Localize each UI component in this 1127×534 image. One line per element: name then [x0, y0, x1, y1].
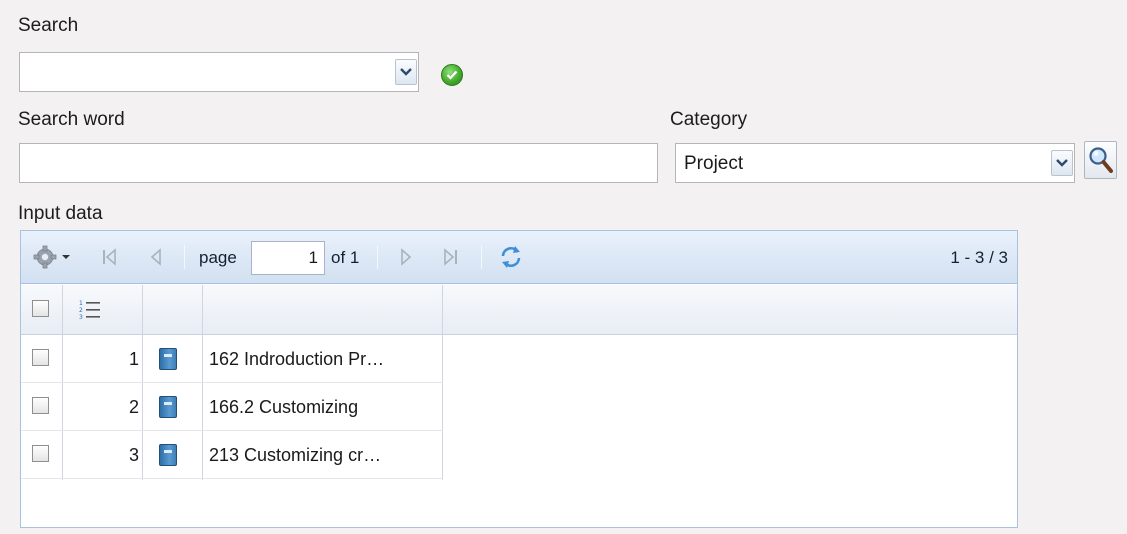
table-row[interactable]: 3 213 Customizing cr… — [21, 431, 443, 479]
search-select[interactable] — [19, 52, 419, 92]
check-circle-icon[interactable] — [441, 64, 463, 86]
svg-text:3: 3 — [79, 314, 83, 321]
search-label: Search — [18, 15, 79, 36]
row-number-column-header[interactable]: 1 2 3 — [77, 297, 103, 323]
toolbar-separator — [377, 245, 378, 269]
column-divider[interactable] — [142, 285, 143, 335]
first-page-icon — [103, 248, 116, 266]
book-icon — [159, 348, 177, 370]
category-dropdown-arrow[interactable] — [1051, 150, 1073, 176]
row-title: 166.2 Customizing — [209, 397, 359, 417]
last-page-button[interactable] — [441, 246, 461, 268]
chevron-down-icon — [400, 68, 412, 76]
prev-page-icon — [150, 248, 161, 266]
column-divider[interactable] — [202, 285, 203, 335]
row-number: 3 — [128, 445, 139, 465]
category-select-value: Project — [684, 153, 744, 174]
book-icon — [159, 396, 177, 418]
page-count-label: of 1 — [331, 248, 360, 267]
category-select[interactable]: Project — [675, 143, 1075, 183]
book-icon — [159, 444, 177, 466]
row-number: 2 — [128, 397, 139, 417]
column-divider[interactable] — [442, 285, 443, 335]
toolbar-separator — [184, 245, 185, 269]
grid-header-row: 1 2 3 — [21, 285, 1017, 335]
row-number: 1 — [128, 349, 139, 369]
last-page-icon — [444, 248, 457, 266]
search-word-label: Search word — [18, 109, 125, 130]
numbered-list-icon: 1 2 3 — [79, 300, 100, 321]
table-row[interactable]: 2 166.2 Customizing — [21, 383, 443, 431]
svg-text:2: 2 — [79, 307, 83, 314]
row-title: 213 Customizing cr… — [209, 445, 382, 465]
grid-pager-toolbar: page 1 of 1 1 - 3 / 3 — [21, 231, 1017, 284]
gear-icon — [33, 245, 70, 269]
first-page-button[interactable] — [99, 246, 119, 268]
input-data-label: Input data — [18, 203, 103, 224]
record-count-summary: 1 - 3 / 3 — [950, 248, 1008, 267]
column-divider[interactable] — [62, 285, 63, 335]
row-checkbox[interactable] — [32, 397, 49, 414]
search-word-input[interactable] — [19, 143, 658, 183]
next-page-icon — [401, 248, 412, 266]
select-all-checkbox[interactable] — [32, 300, 49, 317]
refresh-button[interactable] — [497, 243, 525, 271]
page-label: page — [199, 248, 237, 267]
next-page-button[interactable] — [397, 246, 417, 268]
row-checkbox[interactable] — [32, 445, 49, 462]
row-checkbox[interactable] — [32, 349, 49, 366]
settings-menu-button[interactable] — [31, 244, 71, 270]
magnifier-icon — [1088, 147, 1113, 173]
refresh-icon — [501, 246, 521, 268]
chevron-down-icon — [1056, 159, 1068, 167]
table-row[interactable]: 1 162 Indroduction Pr… — [21, 335, 443, 383]
page-number-input[interactable]: 1 — [251, 241, 325, 275]
svg-text:1: 1 — [79, 300, 83, 307]
search-dropdown-arrow[interactable] — [395, 59, 417, 85]
row-title: 162 Indroduction Pr… — [209, 349, 385, 369]
toolbar-separator — [481, 245, 482, 269]
category-label: Category — [670, 109, 748, 130]
input-data-grid: page 1 of 1 1 - 3 / 3 1 2 3 1 162 Indrod… — [20, 230, 1018, 528]
prev-page-button[interactable] — [145, 246, 165, 268]
search-button[interactable] — [1084, 141, 1117, 179]
